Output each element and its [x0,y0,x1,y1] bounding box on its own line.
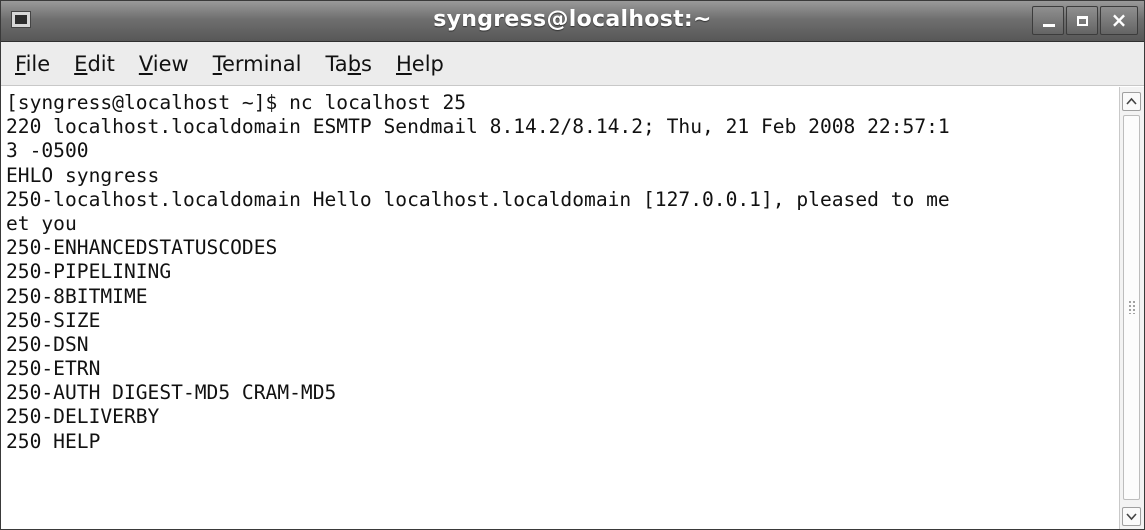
terminal-output[interactable]: [syngress@localhost ~]$ nc localhost 25 2… [1,87,1119,529]
menu-item[interactable]: Terminal [213,42,302,86]
terminal-line: 250-PIPELINING [6,260,172,284]
terminal-line: 250-ENHANCEDSTATUSCODES [6,236,278,260]
menu-item[interactable]: File [15,42,50,86]
menu-mnemonic: b [347,51,362,76]
menu-label-part: Ta [325,51,348,76]
terminal-line: [syngress@localhost ~]$ nc localhost 25 [6,91,467,114]
scroll-thumb[interactable] [1123,115,1140,500]
menu-mnemonic: H [395,51,412,76]
title-bar[interactable]: syngress@localhost:~ × [1,1,1144,42]
window-controls: × [1030,6,1138,36]
close-icon: × [1110,8,1128,32]
menu-label-part: erminal [221,51,302,76]
menu-mnemonic: V [138,51,153,76]
menu-label-part: dit [87,51,115,76]
menu-item[interactable]: Tabs [325,42,372,86]
terminal-line: 220 localhost.localdomain ESMTP Sendmail… [6,115,950,139]
chevron-down-icon [1126,513,1137,521]
menu-bar: File Edit View Terminal Tabs Help [1,42,1144,86]
terminal-line: 250-localhost.localdomain Hello localhos… [6,187,950,211]
menu-label-part: elp [411,51,444,76]
grip-icon [1128,300,1136,314]
menu-label-part: iew [152,51,189,76]
terminal-window: syngress@localhost:~ × File Edit View Termi… [0,0,1145,530]
maximize-button[interactable] [1066,6,1098,35]
chevron-up-icon [1126,97,1137,105]
menu-mnemonic: F [15,51,26,76]
terminal-text[interactable]: [syngress@localhost ~]$ nc localhost 25 2… [6,91,950,454]
terminal-line: EHLO syngress [6,163,160,187]
maximize-icon [1077,16,1088,26]
terminal-line: 3 -0500 [6,139,89,163]
menu-item[interactable]: Edit [74,42,115,86]
terminal-line: 250 HELP [6,429,101,453]
menu-item[interactable]: Help [396,42,444,86]
terminal-line: 250-ETRN [6,357,101,381]
terminal-line: 250-DSN [6,332,89,356]
menu-label-part: s [361,51,372,76]
window-title: syngress@localhost:~ [433,7,712,32]
menu-mnemonic: E [74,51,88,76]
terminal-line: 250-AUTH DIGEST-MD5 CRAM-MD5 [6,381,337,405]
minimize-icon [1043,24,1055,27]
terminal-line: 250-DELIVERBY [6,405,160,429]
menu-mnemonic: T [212,51,222,76]
menu-item[interactable]: View [139,42,189,86]
terminal-line: 250-SIZE [6,308,101,332]
scroll-up-button[interactable] [1122,92,1141,111]
vertical-scrollbar[interactable] [1119,87,1144,529]
close-button[interactable]: × [1100,6,1138,35]
scroll-down-button[interactable] [1122,507,1141,526]
terminal-line: et you [6,211,77,235]
menu-label-part: ile [25,51,51,76]
minimize-button[interactable] [1032,6,1064,35]
terminal-line: 250-8BITMIME [6,284,148,308]
